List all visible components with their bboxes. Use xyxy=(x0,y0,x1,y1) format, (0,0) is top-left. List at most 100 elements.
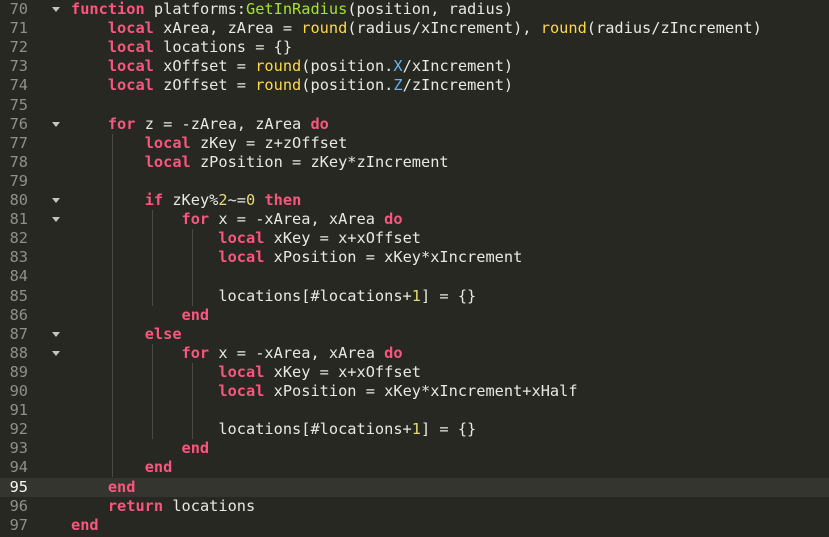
code-token: Z xyxy=(393,76,403,95)
keyword-token: else xyxy=(144,324,182,343)
code-line[interactable]: 80 if zKey%2~=0 then xyxy=(0,191,829,210)
code-line[interactable]: 81 for x = -xArea, xArea do xyxy=(0,210,829,229)
code-token: round xyxy=(255,76,302,95)
keyword-token: function xyxy=(71,0,145,18)
fold-arrow-icon[interactable] xyxy=(52,350,60,356)
code-token: /zIncrement) xyxy=(402,76,514,95)
fold-arrow-icon[interactable] xyxy=(52,198,60,203)
line-number: 70 xyxy=(9,0,28,18)
code-line[interactable]: 71 local xArea, zArea = round(radius/xIn… xyxy=(0,19,829,38)
code-token: zOffset = xyxy=(153,76,256,95)
line-number: 77 xyxy=(9,133,28,152)
code-token: z = -zArea, zArea xyxy=(135,114,311,133)
code-token: platforms: xyxy=(144,0,246,18)
line-number: 81 xyxy=(9,210,28,229)
code-text: end xyxy=(71,305,210,325)
keyword-token: do xyxy=(310,114,329,133)
code-text: function platforms:GetInRadius(position,… xyxy=(71,0,513,19)
keyword-token: return xyxy=(107,496,164,515)
code-line[interactable]: 93 end xyxy=(0,439,829,458)
fold-arrow-icon[interactable] xyxy=(52,217,60,223)
code-line[interactable]: 95 end xyxy=(0,477,829,497)
code-text: local zPosition = zKey*zIncrement xyxy=(71,153,449,172)
code-token: xPosition = xKey*xIncrement+xHalf xyxy=(264,382,578,400)
code-token: (radius/xIncrement), xyxy=(347,19,541,38)
keyword-token: end xyxy=(181,439,210,458)
line-number: 74 xyxy=(9,76,28,95)
code-token: ] = {} xyxy=(420,420,477,439)
line-number: 71 xyxy=(9,19,28,38)
fold-arrow-icon[interactable] xyxy=(52,331,60,337)
keyword-token: for xyxy=(181,210,210,229)
line-number: 72 xyxy=(9,38,28,57)
line-number: 80 xyxy=(9,191,28,209)
code-line[interactable]: 83 local xPosition = xKey*xIncrement xyxy=(0,248,829,267)
code-line[interactable]: 76 for z = -zArea, zArea do xyxy=(0,115,829,134)
code-line[interactable]: 79 xyxy=(0,172,829,191)
keyword-token: if xyxy=(144,191,164,209)
fold-arrow-icon[interactable] xyxy=(52,121,60,127)
code-text: locations[#locations+1] = {} xyxy=(71,420,476,439)
code-line[interactable]: 89 local xKey = x+xOffset xyxy=(0,363,829,382)
code-editor[interactable]: 70 function platforms:GetInRadius(positio… xyxy=(0,0,829,537)
code-line[interactable]: 94 end xyxy=(0,458,829,477)
keyword-token: end xyxy=(144,458,173,477)
code-line[interactable]: 91 xyxy=(0,401,829,420)
code-text: local xArea, zArea = round(radius/xIncre… xyxy=(71,19,762,38)
code-text: local xOffset = round(position.X/xIncrem… xyxy=(71,57,513,76)
code-line[interactable]: 72 local locations = {} xyxy=(0,38,829,57)
code-text: if zKey%2~=0 then xyxy=(71,191,302,210)
code-token: zPosition = zKey*zIncrement xyxy=(190,152,449,171)
code-line[interactable]: 73 local xOffset = round(position.X/xInc… xyxy=(0,57,829,76)
code-text: end xyxy=(71,458,173,477)
line-number: 90 xyxy=(9,382,28,400)
code-line[interactable]: 88 for x = -xArea, xArea do xyxy=(0,344,829,363)
code-line[interactable]: 78 local zPosition = zKey*zIncrement xyxy=(0,153,829,172)
code-text: else xyxy=(71,325,182,344)
line-number: 88 xyxy=(9,343,28,362)
code-token: x = -xArea, xArea xyxy=(209,343,385,362)
code-line[interactable]: 96 return locations xyxy=(0,497,829,516)
line-number: 91 xyxy=(9,401,28,420)
code-line[interactable]: 85 locations[#locations+1] = {} xyxy=(0,287,829,306)
keyword-token: end xyxy=(71,515,99,534)
line-number: 86 xyxy=(9,305,28,324)
code-token: ] = {} xyxy=(420,286,477,305)
code-token: locations[#locations+ xyxy=(71,286,412,305)
code-line[interactable]: 90 local xPosition = xKey*xIncrement+xHa… xyxy=(0,382,829,401)
code-line[interactable]: 86 end xyxy=(0,306,829,325)
code-token: 1 xyxy=(411,286,421,305)
code-line[interactable]: 84 xyxy=(0,267,829,286)
code-line[interactable]: 77 local zKey = z+zOffset xyxy=(0,134,829,153)
code-line[interactable]: 74 local zOffset = round(position.Z/zInc… xyxy=(0,76,829,95)
line-number: 79 xyxy=(9,171,28,190)
code-token: zKey = z+zOffset xyxy=(190,133,348,152)
line-number: 84 xyxy=(9,267,28,286)
line-number: 95 xyxy=(9,477,28,496)
code-token: xPosition = xKey*xIncrement xyxy=(264,248,523,267)
fold-arrow-icon[interactable] xyxy=(52,7,60,12)
code-text: local xPosition = xKey*xIncrement xyxy=(71,248,522,267)
code-line[interactable]: 97 end xyxy=(0,516,829,535)
code-token: locations = {} xyxy=(153,38,293,57)
keyword-token: then xyxy=(264,191,302,209)
code-token: 2 xyxy=(218,191,228,209)
keyword-token: end xyxy=(107,477,136,496)
code-line[interactable]: 92 locations[#locations+1] = {} xyxy=(0,420,829,439)
code-line[interactable]: 87 else xyxy=(0,325,829,344)
code-token: xArea, zArea = xyxy=(153,19,302,38)
line-number: 82 xyxy=(9,229,28,248)
code-line[interactable]: 75 xyxy=(0,96,829,115)
code-token: (radius/zIncrement) xyxy=(586,19,762,38)
keyword-token: local xyxy=(218,248,265,267)
code-line[interactable]: 82 local xKey = x+xOffset xyxy=(0,229,829,248)
code-line[interactable]: 70 function platforms:GetInRadius(positio… xyxy=(0,0,829,19)
keyword-token: end xyxy=(181,305,210,324)
